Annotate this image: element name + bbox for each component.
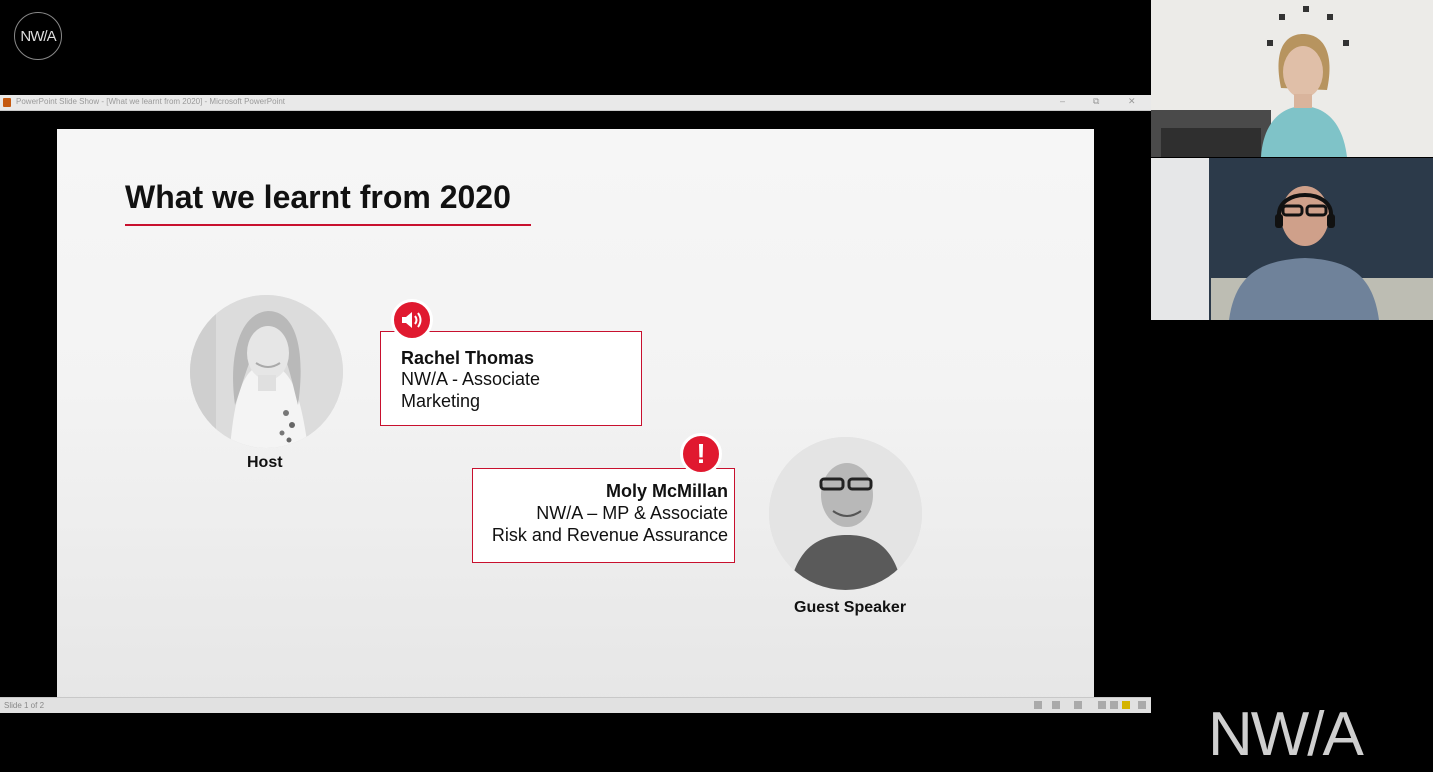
nwa-logo-large: NW/A: [1208, 700, 1364, 769]
host-title-line1: NW/A - Associate: [401, 369, 541, 389]
slide: What we learnt from 2020 Host Rachel Tho…: [57, 129, 1094, 711]
exclamation-icon: !: [680, 433, 722, 475]
restore-icon[interactable]: ⧉: [1093, 96, 1099, 107]
window-title: PowerPoint Slide Show - [What we learnt …: [16, 97, 285, 106]
slideshow-view-icon[interactable]: [1122, 701, 1130, 709]
guest-info-card: Moly McMillan NW/A – MP & Associate Risk…: [472, 468, 735, 563]
zoom-in-icon[interactable]: [1074, 701, 1082, 709]
slide-counter: Slide 1 of 2: [4, 701, 45, 710]
title-underline: [125, 224, 531, 226]
host-title-line2: Marketing: [401, 391, 481, 411]
speaker-icon: [391, 299, 433, 341]
normal-view-icon[interactable]: [1098, 701, 1106, 709]
guest-name: Moly McMillan: [605, 481, 728, 501]
window-titlebar: PowerPoint Slide Show - [What we learnt …: [0, 95, 1151, 111]
host-info-card: Rachel Thomas NW/A - Associate Marketing: [380, 331, 642, 426]
video-feed-woman: [1151, 0, 1433, 157]
powerpoint-window: PowerPoint Slide Show - [What we learnt …: [0, 95, 1151, 713]
minimize-icon[interactable]: –: [1060, 96, 1065, 106]
play-icon[interactable]: [1034, 701, 1042, 709]
sorter-view-icon[interactable]: [1110, 701, 1118, 709]
guest-title-line1: NW/A – MP & Associate: [536, 503, 728, 523]
window-statusbar: Slide 1 of 2: [0, 697, 1151, 713]
guest-title-line2: Risk and Revenue Assurance: [491, 525, 728, 545]
zoom-out-icon[interactable]: [1052, 701, 1060, 709]
guest-role-label: Guest Speaker: [794, 599, 907, 616]
close-icon[interactable]: ✕: [1128, 96, 1136, 107]
slide-area: What we learnt from 2020 Host Rachel Tho…: [0, 111, 1151, 711]
fit-window-icon[interactable]: [1138, 701, 1146, 709]
host-name: Rachel Thomas: [401, 348, 535, 368]
powerpoint-app-icon: [3, 98, 11, 107]
nwa-logo-small: NW/A: [14, 12, 62, 60]
video-feed-man: [1151, 158, 1433, 320]
host-photo: [190, 295, 343, 448]
host-role-label: Host: [247, 454, 283, 471]
guest-photo: [769, 437, 922, 590]
slide-title: What we learnt from 2020: [125, 179, 511, 215]
